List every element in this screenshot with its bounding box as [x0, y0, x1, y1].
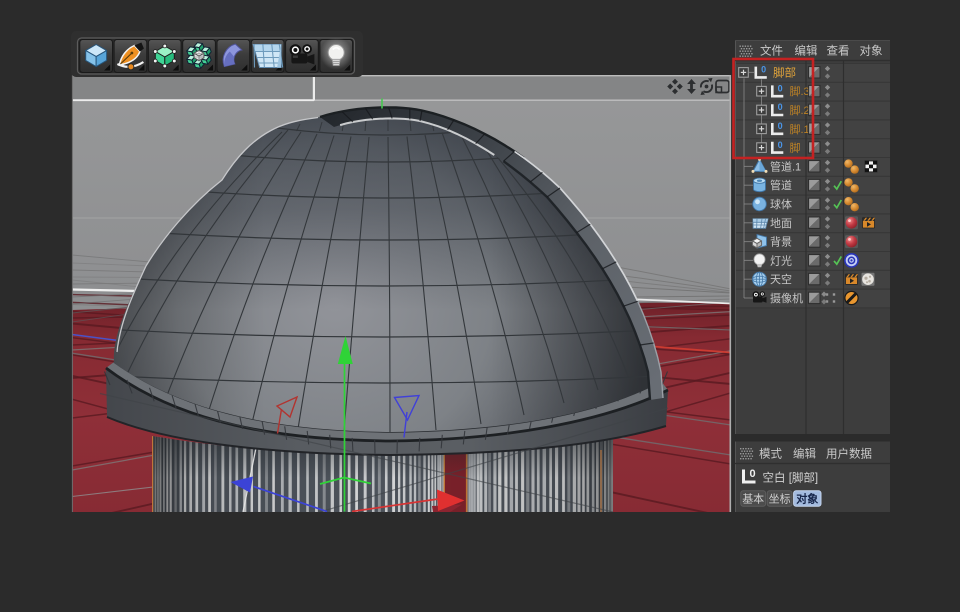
svg-text:空白 [脚部]: 空白 [脚部] [763, 471, 819, 485]
svg-text:管道.1: 管道.1 [770, 159, 801, 173]
svg-text:用户数据: 用户数据 [826, 447, 872, 461]
svg-text:对象: 对象 [796, 492, 818, 506]
svg-text:0: 0 [778, 102, 783, 112]
svg-text:天空: 天空 [770, 272, 792, 286]
svg-text:0: 0 [749, 468, 755, 480]
svg-text:编辑: 编辑 [795, 44, 818, 58]
svg-text:球体: 球体 [770, 197, 792, 211]
svg-text:0: 0 [761, 65, 766, 75]
svg-text:坐标: 坐标 [769, 492, 791, 506]
svg-text:模式: 模式 [759, 448, 782, 461]
svg-text:查看: 查看 [827, 44, 850, 58]
svg-text:脚: 脚 [790, 141, 801, 155]
svg-text:地面: 地面 [770, 217, 792, 230]
svg-text:0: 0 [778, 83, 783, 93]
svg-text:摄像机: 摄像机 [770, 291, 803, 305]
svg-text:背景: 背景 [770, 235, 792, 249]
svg-text:0: 0 [778, 121, 783, 131]
svg-text:编辑: 编辑 [793, 447, 816, 461]
svg-text:0: 0 [778, 140, 783, 150]
svg-text:脚部: 脚部 [773, 65, 796, 79]
svg-text:对象: 对象 [860, 44, 883, 58]
svg-text:灯光: 灯光 [770, 253, 792, 267]
svg-text:管道: 管道 [770, 178, 792, 192]
svg-text:脚.2: 脚.2 [790, 103, 810, 117]
svg-text:文件: 文件 [760, 44, 783, 58]
svg-text:基本: 基本 [742, 492, 764, 506]
svg-text:脚.3: 脚.3 [790, 84, 810, 98]
svg-text:脚.1: 脚.1 [790, 122, 810, 136]
